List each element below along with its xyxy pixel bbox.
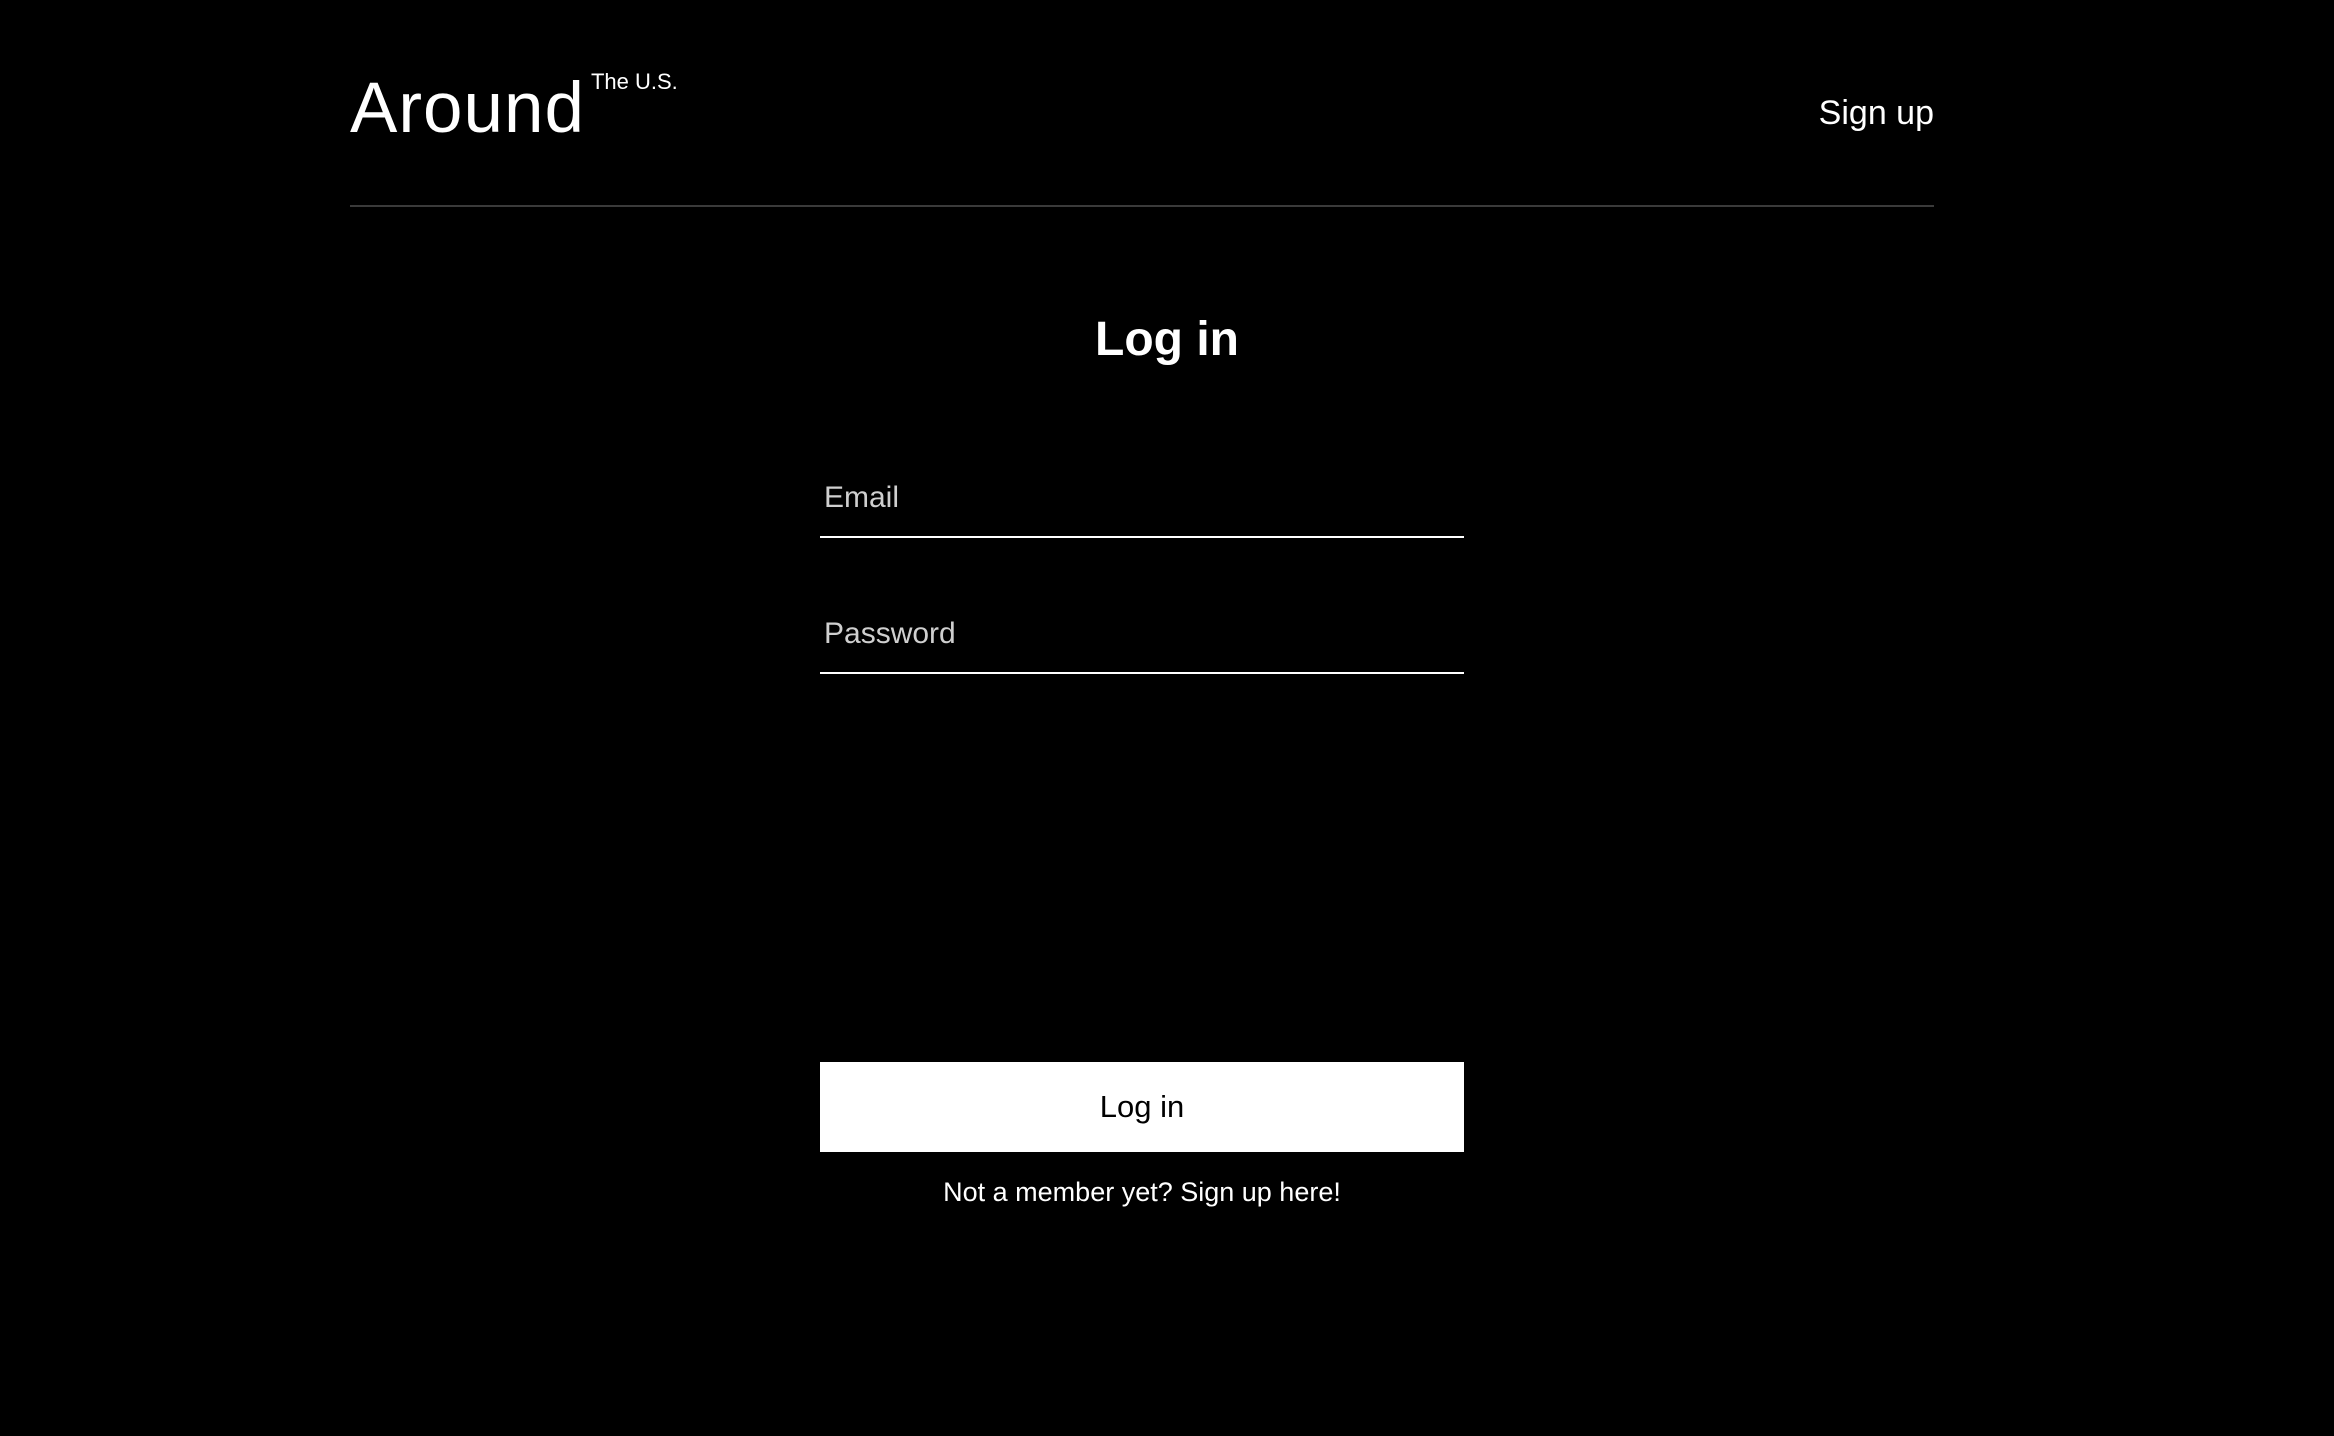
signup-link[interactable]: Not a member yet? Sign up here! bbox=[820, 1174, 1464, 1210]
logo-superscript: The U.S. bbox=[590, 69, 678, 94]
site-logo[interactable]: Around The U.S. bbox=[350, 64, 678, 154]
page-title: Log in bbox=[1095, 313, 1239, 366]
login-form bbox=[820, 460, 1464, 674]
logo-text: Around bbox=[350, 69, 585, 148]
password-field[interactable] bbox=[820, 596, 1464, 674]
login-button[interactable]: Log in bbox=[820, 1062, 1464, 1152]
email-field[interactable] bbox=[820, 460, 1464, 538]
nav-signup-link[interactable]: Sign up bbox=[1819, 92, 1934, 134]
login-page: Around The U.S. Sign up Log in Log in No… bbox=[0, 0, 2334, 1436]
site-header: Around The U.S. Sign up bbox=[350, 0, 1934, 207]
